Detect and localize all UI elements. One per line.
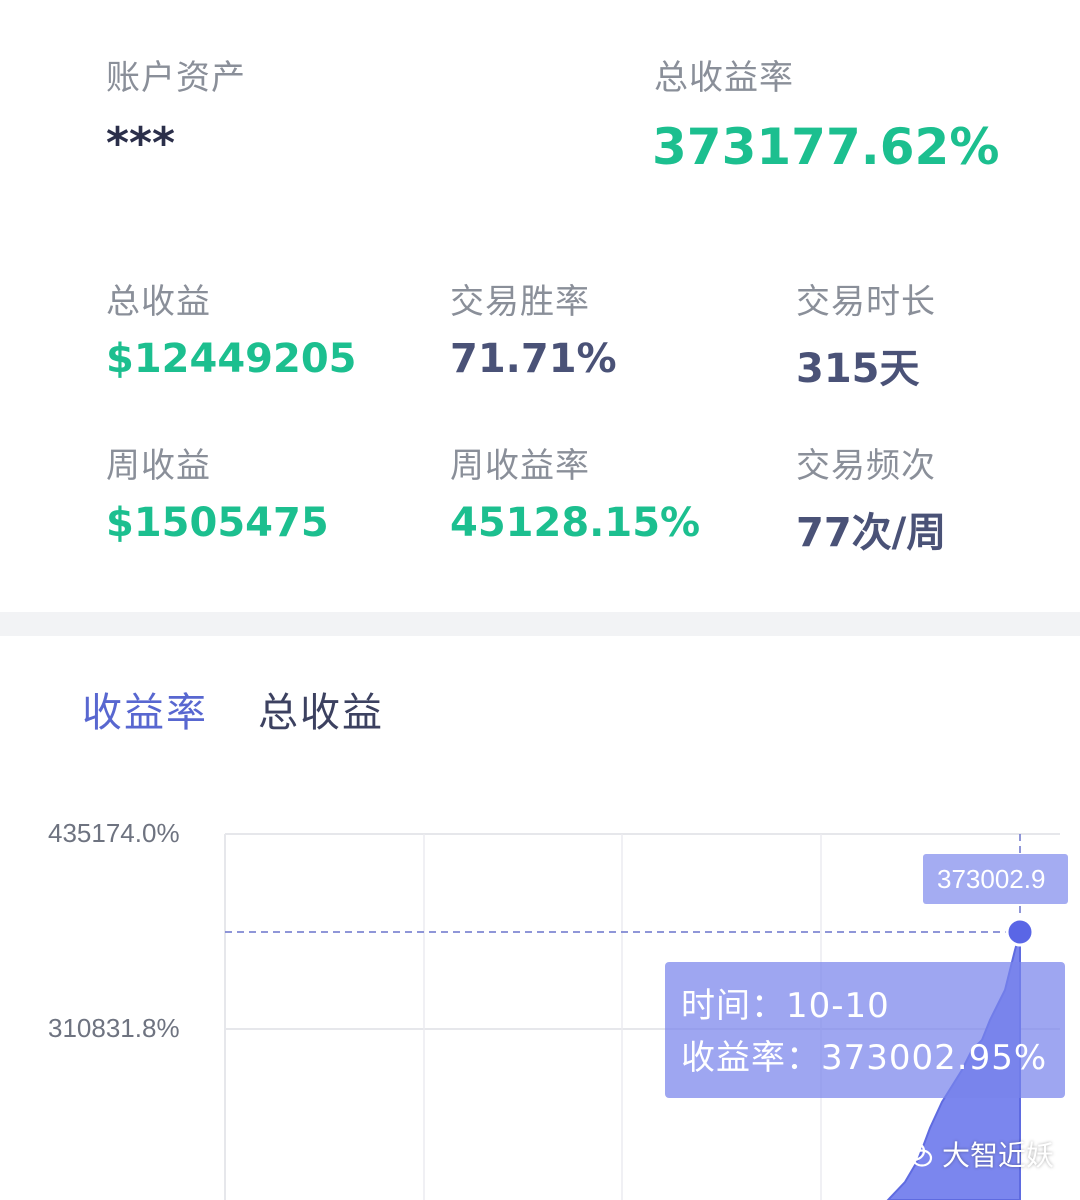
tab-total-profit[interactable]: 总收益 [258, 680, 384, 738]
weekly-profit-value: $1505475 [106, 500, 329, 546]
total-profit-label: 总收益 [106, 282, 211, 322]
frequency-value: 77次/周 [796, 510, 947, 556]
total-return-rate-value: 373177.62% [652, 118, 1000, 176]
tooltip-return-rate: 收益率：373002.95% [681, 1038, 1048, 1078]
wechat-icon [900, 1140, 933, 1167]
tooltip-time: 时间：10-10 [681, 986, 890, 1026]
weekly-profit-label: 周收益 [106, 446, 211, 486]
section-divider [0, 612, 1080, 636]
watermark-text: 大智近妖 [942, 1139, 1055, 1172]
win-rate-label: 交易胜率 [450, 282, 590, 322]
total-profit-value: $12449205 [106, 336, 357, 382]
weekly-return-rate-value: 45128.15% [450, 500, 701, 546]
duration-label: 交易时长 [796, 282, 936, 322]
duration-value: 315天 [796, 346, 920, 392]
total-return-rate-label: 总收益率 [654, 58, 794, 98]
win-rate-value: 71.71% [450, 336, 617, 382]
frequency-label: 交易频次 [796, 446, 936, 486]
watermark: 大智近妖 [900, 1134, 1054, 1174]
tab-return-rate[interactable]: 收益率 [82, 680, 208, 738]
account-assets-value: *** [106, 118, 176, 169]
account-assets-label: 账户资产 [106, 58, 246, 98]
chart-tooltip: 时间：10-10 收益率：373002.95% [665, 962, 1065, 1098]
weekly-return-rate-label: 周收益率 [450, 446, 590, 486]
value-tag: 373002.9 [923, 854, 1068, 904]
highlighted-point [1005, 917, 1035, 947]
